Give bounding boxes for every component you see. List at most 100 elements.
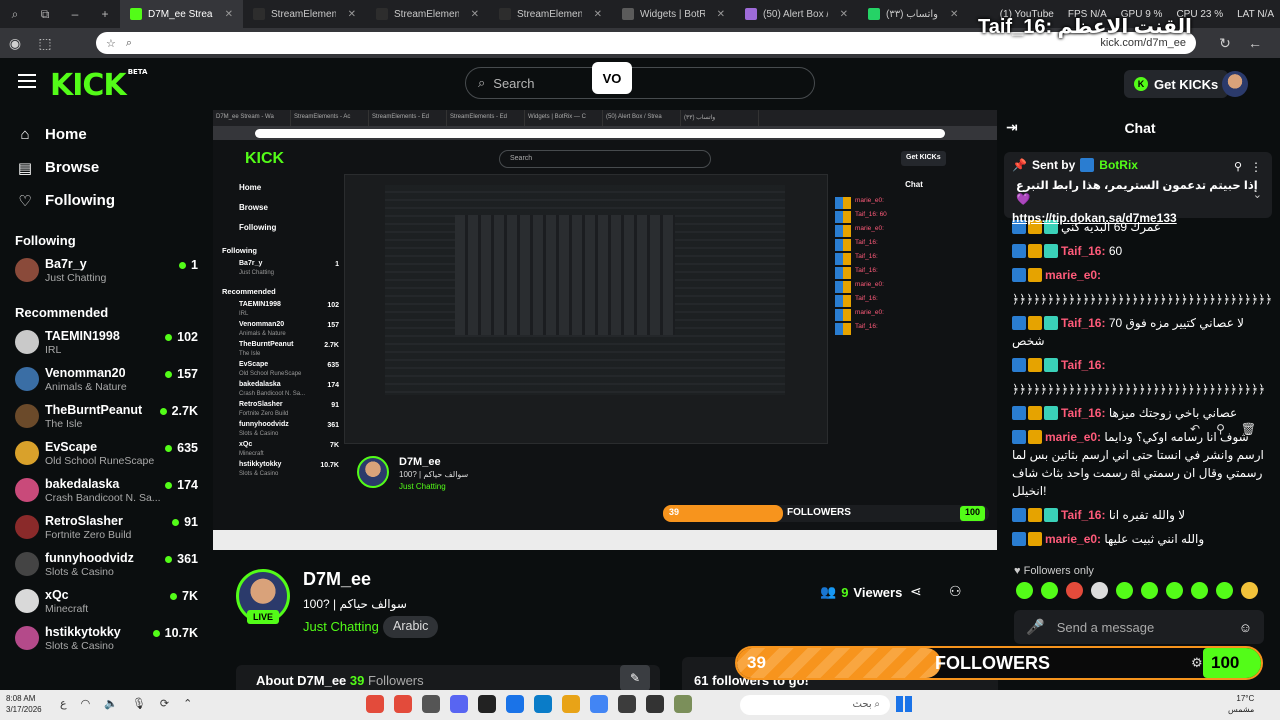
windows-start-icon[interactable]	[896, 696, 912, 712]
tab-group-icon[interactable]: ⧉	[30, 0, 60, 28]
language-icon[interactable]: ع	[60, 697, 67, 710]
browser-tab[interactable]: StreamElements - Ed ✕	[366, 0, 489, 28]
close-tab-icon[interactable]: ✕	[717, 9, 725, 20]
emote[interactable]	[1016, 582, 1033, 599]
sidebar-channel[interactable]: EvScape Old School RuneScape 635	[0, 437, 210, 474]
channel-name[interactable]: D7M_ee	[303, 569, 371, 590]
stream-category-link[interactable]: Just Chatting	[303, 619, 379, 634]
close-tab-icon[interactable]: ✕	[348, 9, 356, 20]
profile-icon[interactable]: ◉	[0, 35, 30, 52]
chat-message[interactable]: Taif_16: لا عصاني كتيير مزه فوق 70 شخص	[1012, 314, 1268, 350]
mic-icon[interactable]: 🎤	[1026, 618, 1045, 636]
sidebar-channel[interactable]: hstikkytokky Slots & Casino 10.7K	[0, 622, 210, 659]
taskbar-search[interactable]: بحث ⌕	[740, 695, 890, 715]
minimize-icon[interactable]: –	[60, 0, 90, 28]
sidebar-channel[interactable]: Ba7r_y Just Chatting 1	[0, 254, 210, 291]
close-tab-icon[interactable]: ✕	[594, 9, 602, 20]
chat-username[interactable]: Taif_16:	[1061, 316, 1105, 330]
taskbar-app-icon[interactable]	[394, 695, 412, 713]
sidebar-channel[interactable]: xQc Minecraft 7K	[0, 585, 210, 622]
taskbar-app-icon[interactable]	[618, 695, 636, 713]
chat-input[interactable]: 🎤 Send a message ☺	[1014, 610, 1264, 644]
emote[interactable]	[1216, 582, 1233, 599]
taskbar-app-icon[interactable]	[506, 695, 524, 713]
sidebar-nav-following[interactable]: ♡ Following	[0, 184, 210, 217]
close-tab-icon[interactable]: ✕	[950, 9, 958, 20]
chat-message[interactable]: Taif_16: 60	[1012, 242, 1268, 260]
get-kicks-button[interactable]: K Get KICKs	[1124, 70, 1229, 98]
menu-icon[interactable]	[18, 74, 36, 88]
user-settings-icon[interactable]: ⚇	[949, 583, 962, 600]
wifi-icon[interactable]: ◠	[81, 697, 91, 710]
browser-tab[interactable]: واتساب (٣٣) ✕	[858, 0, 981, 28]
chat-message[interactable]: ﴿﴿﴿﴿﴿﴿﴿﴿﴿﴿﴿﴿﴿﴿﴿﴿﴿﴿﴿﴿﴿﴿﴿﴿﴿﴿﴿﴿﴿﴿﴿﴿﴿﴿﴿﴿	[1012, 380, 1268, 398]
chat-message[interactable]: marie_e0:	[1012, 266, 1268, 284]
kick-logo[interactable]: KICK BETA	[50, 68, 147, 103]
bot-name[interactable]: BotRix	[1099, 158, 1138, 172]
emote[interactable]	[1191, 582, 1208, 599]
taskbar-app-icon[interactable]	[366, 695, 384, 713]
user-avatar[interactable]	[1222, 71, 1248, 97]
bookmark-star-icon[interactable]: ☆	[106, 37, 116, 50]
pinned-link[interactable]: https://tip.dokan.sa/d7me133	[1012, 211, 1264, 225]
collapse-chat-icon[interactable]: ⇥	[1006, 119, 1018, 136]
chat-username[interactable]: marie_e0:	[1045, 430, 1101, 444]
sync-icon[interactable]: ⟳	[160, 697, 169, 710]
back-icon[interactable]: ←	[1240, 35, 1270, 51]
taskbar-app-icon[interactable]	[534, 695, 552, 713]
emote[interactable]	[1066, 582, 1083, 599]
taskbar-app-icon[interactable]	[422, 695, 440, 713]
search-input[interactable]: ⌕ Search	[465, 67, 815, 99]
emote[interactable]	[1091, 582, 1108, 599]
emote[interactable]	[1041, 582, 1058, 599]
extensions-icon[interactable]: ⬚	[30, 35, 60, 52]
browser-tab[interactable]: (50) Alert Box / Strea ✕	[735, 0, 858, 28]
delete-icon[interactable]: 🗑	[1241, 422, 1256, 444]
chat-username[interactable]: Taif_16:	[1061, 244, 1105, 258]
sidebar-nav-browse[interactable]: ▤ Browse	[0, 151, 210, 184]
browser-tab[interactable]: StreamElements - Ac ✕	[243, 0, 366, 28]
new-tab-button[interactable]: +	[90, 0, 120, 28]
taskbar-app-icon[interactable]	[646, 695, 664, 713]
more-options-icon[interactable]: ⋮	[1250, 160, 1262, 174]
taskbar-app-icon[interactable]	[478, 695, 496, 713]
browser-tab[interactable]: Widgets | BotRix — C ✕	[612, 0, 735, 28]
emote[interactable]	[1241, 582, 1258, 599]
close-tab-icon[interactable]: ✕	[840, 9, 848, 20]
emote[interactable]	[1166, 582, 1183, 599]
close-tab-icon[interactable]: ✕	[471, 9, 479, 20]
sidebar-nav-home[interactable]: ⌂ Home	[0, 118, 210, 151]
sidebar-channel[interactable]: funnyhoodvidz Slots & Casino 361	[0, 548, 210, 585]
chat-message[interactable]: ﴿﴿﴿﴿﴿﴿﴿﴿﴿﴿﴿﴿﴿﴿﴿﴿﴿﴿﴿﴿﴿﴿﴿﴿﴿﴿﴿﴿﴿﴿﴿﴿﴿﴿﴿﴿﴿	[1012, 290, 1272, 308]
taskbar-app-icon[interactable]	[450, 695, 468, 713]
reload-icon[interactable]: ↻	[1210, 35, 1240, 52]
chat-message[interactable]: marie_e0: والله انني ثبيت عليها	[1012, 530, 1268, 548]
unpin-icon[interactable]: ⚲	[1234, 160, 1242, 173]
chat-message[interactable]: Taif_16:	[1012, 356, 1268, 374]
chevron-up-icon[interactable]: ⌃	[183, 697, 192, 710]
edit-icon[interactable]: ✎	[620, 665, 650, 691]
chat-username[interactable]: Taif_16:	[1061, 358, 1105, 372]
tab-search-icon[interactable]: ⌕	[0, 0, 30, 28]
emote[interactable]	[1141, 582, 1158, 599]
language-tag[interactable]: Arabic	[383, 616, 439, 638]
chat-message[interactable]: Taif_16: لا والله تفيره انا	[1012, 506, 1268, 524]
pin-message-icon[interactable]: ⚲	[1216, 422, 1225, 444]
taskbar-app-icon[interactable]	[562, 695, 580, 713]
share-icon[interactable]: ⋖	[910, 583, 922, 600]
chat-username[interactable]: marie_e0:	[1045, 268, 1101, 282]
reply-icon[interactable]: ↶	[1190, 422, 1200, 444]
clock[interactable]: 8:08 AM 3/17/2026	[6, 693, 42, 715]
emoji-icon[interactable]: ☺	[1239, 620, 1252, 635]
weather-widget[interactable]: 17°C مشمس	[1228, 693, 1254, 715]
sidebar-channel[interactable]: Venomman20 Animals & Nature 157	[0, 363, 210, 400]
sidebar-channel[interactable]: RetroSlasher Fortnite Zero Build 91	[0, 511, 210, 548]
emote[interactable]	[1116, 582, 1133, 599]
mic-tray-icon[interactable]: 🎙	[132, 697, 146, 710]
chat-username[interactable]: Taif_16:	[1061, 406, 1105, 420]
chevron-down-icon[interactable]: ⌄	[1253, 188, 1262, 201]
volume-icon[interactable]: 🔈	[104, 697, 118, 710]
video-player[interactable]: D7M_ee Stream - Wa StreamElements - Ac Str…	[213, 110, 997, 550]
sidebar-channel[interactable]: TAEMIN1998 IRL 102	[0, 326, 210, 363]
sidebar-channel[interactable]: bakedalaska Crash Bandicoot N. Sa... 174	[0, 474, 210, 511]
